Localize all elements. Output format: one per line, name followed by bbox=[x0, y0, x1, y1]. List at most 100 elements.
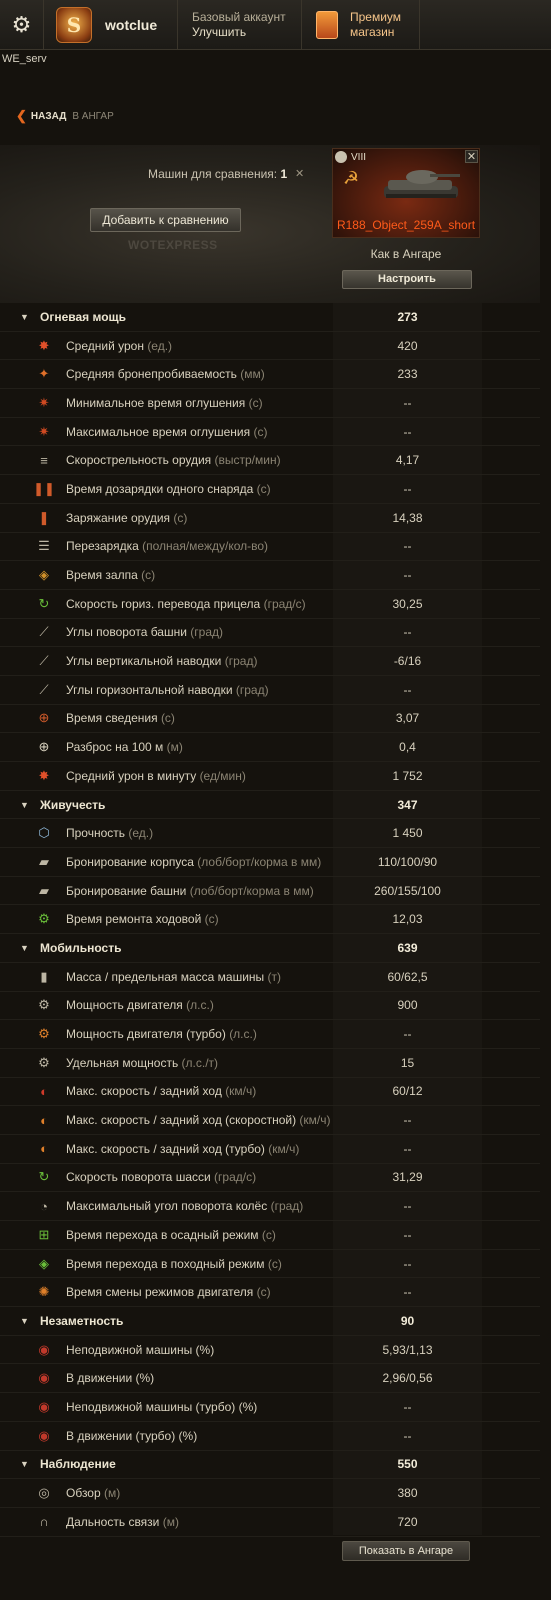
stat-name: Бронирование башни bbox=[66, 883, 187, 898]
turret-armor-icon: ▰ bbox=[39, 882, 49, 898]
stat-label: Углы горизонтальной наводки (град) bbox=[66, 683, 269, 697]
user-menu[interactable]: S wotclue bbox=[44, 0, 178, 49]
stat-unit: (с) bbox=[173, 510, 188, 525]
stat-label: Дальность связи (м) bbox=[66, 1515, 179, 1529]
remove-vehicle-icon[interactable]: ✕ bbox=[465, 150, 478, 163]
stat-row: ✦ Средняя бронепробиваемость (мм) 233 bbox=[0, 360, 540, 390]
stat-label: Максимальное время оглушения (с) bbox=[66, 425, 267, 439]
turret-traverse-icon: ↻ bbox=[38, 595, 50, 611]
compare-count-value: 1 bbox=[280, 167, 288, 181]
moving-camo-icon: ◉ bbox=[38, 1370, 50, 1386]
travel-mode-icon: ◈ bbox=[39, 1255, 49, 1271]
stat-value: 110/100/90 bbox=[377, 854, 438, 869]
stat-label: Время смены режимов двигателя (с) bbox=[66, 1285, 271, 1299]
category-value: 639 bbox=[397, 940, 418, 955]
stat-label: Время дозарядки одного снаряда (с) bbox=[66, 482, 271, 496]
stat-value: -- bbox=[403, 1113, 412, 1128]
category-row[interactable]: ▼ Мобильность 639 bbox=[0, 934, 540, 963]
stat-unit: (град) bbox=[224, 654, 258, 669]
stat-unit: (км/ч) bbox=[225, 1084, 257, 1099]
stat-unit: (л.с.) bbox=[186, 998, 214, 1013]
settings-button[interactable]: ⚙ bbox=[0, 0, 44, 49]
vehicle-name: R188_Object_259A_short bbox=[336, 218, 476, 232]
chevron-down-icon: ▼ bbox=[20, 942, 29, 953]
stat-row: ◈ Время залпа (с) -- bbox=[0, 561, 540, 590]
stat-unit: (км/ч) bbox=[299, 1113, 331, 1128]
stat-label: В движении (турбо) (%) bbox=[66, 1429, 197, 1443]
category-row[interactable]: ▼ Огневая мощь 273 bbox=[0, 303, 540, 332]
power-ratio-icon: ⚙ bbox=[38, 1054, 50, 1070]
stat-row: ↻ Скорость гориз. перевода прицела (град/… bbox=[0, 590, 540, 619]
stat-value: 380 bbox=[397, 1486, 418, 1501]
stat-label: Бронирование корпуса (лоб/борт/корма в м… bbox=[66, 855, 321, 869]
stat-name: Перезарядка bbox=[66, 539, 139, 554]
stat-name: Мощность двигателя (турбо) bbox=[66, 1027, 226, 1042]
stat-value: 1 752 bbox=[392, 768, 423, 783]
chevron-down-icon: ▼ bbox=[20, 1459, 29, 1470]
stat-unit: (град) bbox=[235, 682, 269, 697]
category-value: 273 bbox=[397, 309, 418, 324]
speed-icon: ◐ bbox=[40, 1083, 48, 1099]
stat-row: ⚙ Время ремонта ходовой (с) 12,03 bbox=[0, 905, 540, 935]
category-row[interactable]: ▼ Наблюдение 550 bbox=[0, 1451, 540, 1480]
stat-unit: (град) bbox=[190, 625, 223, 640]
category-row[interactable]: ▼ Живучесть 347 bbox=[0, 791, 540, 820]
stat-name: Скорость гориз. перевода прицела bbox=[66, 596, 261, 611]
premium-shop-button[interactable]: Премиум магазин bbox=[302, 0, 420, 49]
compare-count: Машин для сравнения: 1 bbox=[148, 167, 287, 181]
stat-unit: (с) bbox=[256, 481, 271, 496]
stat-value: -- bbox=[403, 395, 412, 410]
stat-label: Максимальный угол поворота колёс (град) bbox=[66, 1199, 303, 1213]
stat-row: ⊕ Разброс на 100 м (м) 0,4 bbox=[0, 733, 540, 762]
stat-name: Удельная мощность bbox=[66, 1055, 179, 1070]
stat-unit: (с) bbox=[160, 711, 175, 726]
add-to-compare-button[interactable]: Добавить к сравнению bbox=[90, 208, 241, 232]
rank-badge-icon: S bbox=[56, 6, 92, 43]
stat-name: Время перехода в осадный режим bbox=[66, 1227, 262, 1242]
stat-row: ❚ Заряжание орудия (с) 14,38 bbox=[0, 504, 540, 533]
username: wotclue bbox=[105, 16, 158, 33]
stat-value: 233 bbox=[397, 367, 418, 382]
upgrade-link[interactable]: Улучшить bbox=[192, 25, 301, 40]
category-row[interactable]: ▼ Незаметность 90 bbox=[0, 1307, 540, 1336]
stat-value: -- bbox=[403, 1199, 412, 1214]
stat-row: ◐ Макс. скорость / задний ход (км/ч) 60/12 bbox=[0, 1078, 540, 1107]
stat-name: Время смены режимов двигателя bbox=[66, 1285, 254, 1300]
clear-compare-icon[interactable]: ✕ bbox=[295, 167, 304, 180]
stat-value: 14,38 bbox=[392, 510, 423, 525]
stat-row: ◎ Обзор (м) 380 bbox=[0, 1479, 540, 1508]
stat-unit: (с) bbox=[204, 912, 219, 927]
show-in-hangar-button[interactable]: Показать в Ангаре bbox=[342, 1541, 470, 1561]
reload-icon: ❚ bbox=[38, 509, 50, 525]
stat-row: ⚙ Мощность двигателя (турбо) (л.с.) -- bbox=[0, 1020, 540, 1049]
stat-row: ⬡ Прочность (ед.) 1 450 bbox=[0, 819, 540, 849]
stat-label: Неподвижной машины (%) bbox=[66, 1343, 214, 1357]
back-button[interactable]: ❮ НАЗАД В АНГАР bbox=[16, 108, 114, 124]
stat-label: Время ремонта ходовой (с) bbox=[66, 912, 219, 926]
stat-label: Средний урон (ед.) bbox=[66, 339, 172, 353]
stat-label: Мощность двигателя (л.с.) bbox=[66, 998, 214, 1012]
speed-turbo-icon: ◐ bbox=[40, 1141, 48, 1157]
stat-unit: (ед.) bbox=[147, 338, 173, 353]
chevron-down-icon: ▼ bbox=[20, 1315, 29, 1326]
stat-value: -- bbox=[403, 481, 412, 496]
stat-name: В движении (%) bbox=[66, 1371, 155, 1386]
account-status[interactable]: Базовый аккаунт Улучшить bbox=[178, 0, 302, 49]
stat-row: ❚❚ Время дозарядки одного снаряда (с) -- bbox=[0, 475, 540, 504]
radio-range-icon: ∩ bbox=[39, 1514, 49, 1530]
aim-time-icon: ⊕ bbox=[38, 710, 50, 726]
category-label: Огневая мощь bbox=[40, 309, 127, 324]
moving-camo-turbo-icon: ◉ bbox=[38, 1427, 50, 1443]
stat-value: 15 bbox=[400, 1055, 415, 1070]
stat-value: -- bbox=[403, 1285, 412, 1300]
stat-label: Мощность двигателя (турбо) (л.с.) bbox=[66, 1027, 257, 1041]
stat-row: ▮ Масса / предельная масса машины (т) 60/6… bbox=[0, 963, 540, 992]
stat-unit: (л.с./т) bbox=[181, 1055, 219, 1070]
turret-angles-icon: ⟋ bbox=[39, 624, 49, 640]
stat-label: Время залпа (с) bbox=[66, 568, 155, 582]
stat-row: ◐ Макс. скорость / задний ход (турбо) (км… bbox=[0, 1135, 540, 1164]
stat-name: В движении (турбо) (%) bbox=[66, 1428, 198, 1443]
configure-button[interactable]: Настроить bbox=[342, 270, 472, 289]
stat-row: ✸ Средний урон (ед.) 420 bbox=[0, 332, 540, 361]
stun-min-icon: ✷ bbox=[38, 394, 50, 410]
